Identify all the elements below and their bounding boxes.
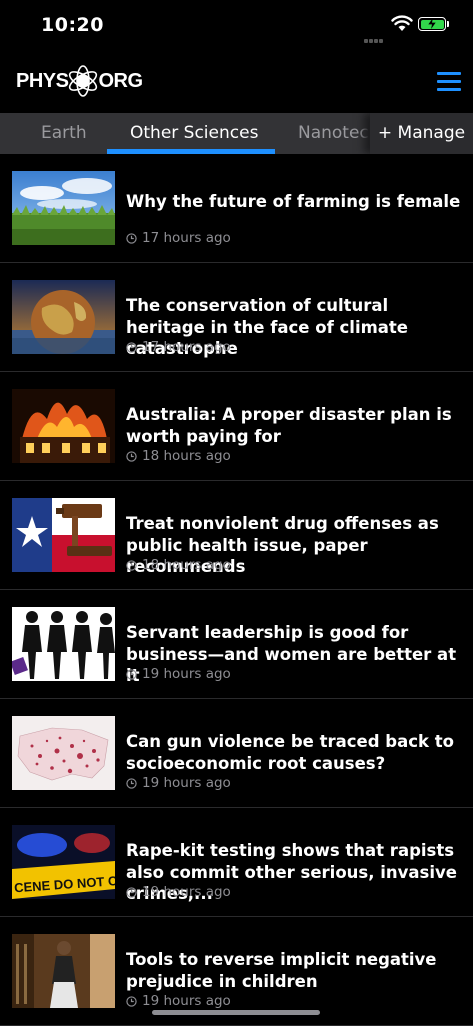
article-time: 18 hours ago <box>126 557 231 573</box>
status-time: 10:20 <box>41 14 104 36</box>
clock-icon <box>126 668 137 680</box>
article-title: Can gun violence be traced back to socio… <box>126 732 454 773</box>
article-time: 18 hours ago <box>126 448 231 464</box>
clock-icon <box>126 450 137 462</box>
article-title: Australia: A proper disaster plan is wor… <box>126 405 452 446</box>
logo-text-right: ORG <box>98 69 143 92</box>
article-thumbnail <box>12 171 115 245</box>
article-thumbnail <box>12 389 115 463</box>
cellular-signal-icon <box>364 28 384 47</box>
article-thumbnail <box>12 607 115 681</box>
tab-earth[interactable]: Earth <box>41 113 87 154</box>
article-time: 19 hours ago <box>126 666 231 682</box>
article-time-label: 17 hours ago <box>142 339 231 355</box>
article-time: 19 hours ago <box>126 775 231 791</box>
clock-icon <box>126 995 137 1007</box>
article-thumbnail: CENE DO NOT C <box>12 825 115 899</box>
article-title: Why the future of farming is female <box>126 192 461 211</box>
atom-icon <box>69 65 98 97</box>
article-time-label: 19 hours ago <box>142 775 231 791</box>
category-tabs: Earth Other Sciences Nanotech + Manage <box>0 113 473 154</box>
article-time: 17 hours ago <box>126 339 231 355</box>
list-item[interactable]: Treat nonviolent drug offenses as public… <box>0 481 473 590</box>
article-thumbnail <box>12 498 115 572</box>
article-time-label: 18 hours ago <box>142 557 231 573</box>
clock-icon <box>126 232 137 244</box>
clock-icon <box>126 777 137 789</box>
article-thumbnail <box>12 716 115 790</box>
list-item[interactable]: Why the future of farming is female 17 h… <box>0 154 473 263</box>
wifi-icon <box>391 15 413 31</box>
battery-icon <box>418 17 446 31</box>
list-item[interactable]: Can gun violence be traced back to socio… <box>0 699 473 808</box>
list-item[interactable]: The conservation of cultural heritage in… <box>0 263 473 372</box>
list-item[interactable]: Australia: A proper disaster plan is wor… <box>0 372 473 481</box>
article-thumbnail <box>12 934 115 1008</box>
clock-icon <box>126 559 137 571</box>
list-item[interactable]: Servant leadership is good for business—… <box>0 590 473 699</box>
article-time: 19 hours ago <box>126 993 231 1009</box>
home-indicator[interactable] <box>152 1010 320 1015</box>
clock-icon <box>126 341 137 353</box>
tab-nanotech[interactable]: Nanotech <box>298 113 380 154</box>
article-time: 19 hours ago <box>126 884 231 900</box>
article-time-label: 18 hours ago <box>142 448 231 464</box>
list-item[interactable]: CENE DO NOT C Rape-kit testing shows tha… <box>0 808 473 917</box>
app-header: PHYS ORG <box>0 52 473 112</box>
article-time-label: 19 hours ago <box>142 666 231 682</box>
article-thumbnail <box>12 280 115 354</box>
manage-tabs-button[interactable]: + Manage <box>370 113 473 154</box>
tab-other-sciences[interactable]: Other Sciences <box>130 113 258 154</box>
phys-org-logo[interactable]: PHYS ORG <box>16 64 143 98</box>
logo-text-left: PHYS <box>16 69 69 92</box>
article-title: Tools to reverse implicit negative preju… <box>126 950 437 991</box>
clock-icon <box>126 886 137 898</box>
article-time: 17 hours ago <box>126 230 231 246</box>
article-time-label: 17 hours ago <box>142 230 231 246</box>
article-list: Why the future of farming is female 17 h… <box>0 154 473 1026</box>
article-time-label: 19 hours ago <box>142 884 231 900</box>
article-time-label: 19 hours ago <box>142 993 231 1009</box>
hamburger-menu-icon[interactable] <box>437 72 461 92</box>
status-bar: 10:20 <box>0 0 473 52</box>
